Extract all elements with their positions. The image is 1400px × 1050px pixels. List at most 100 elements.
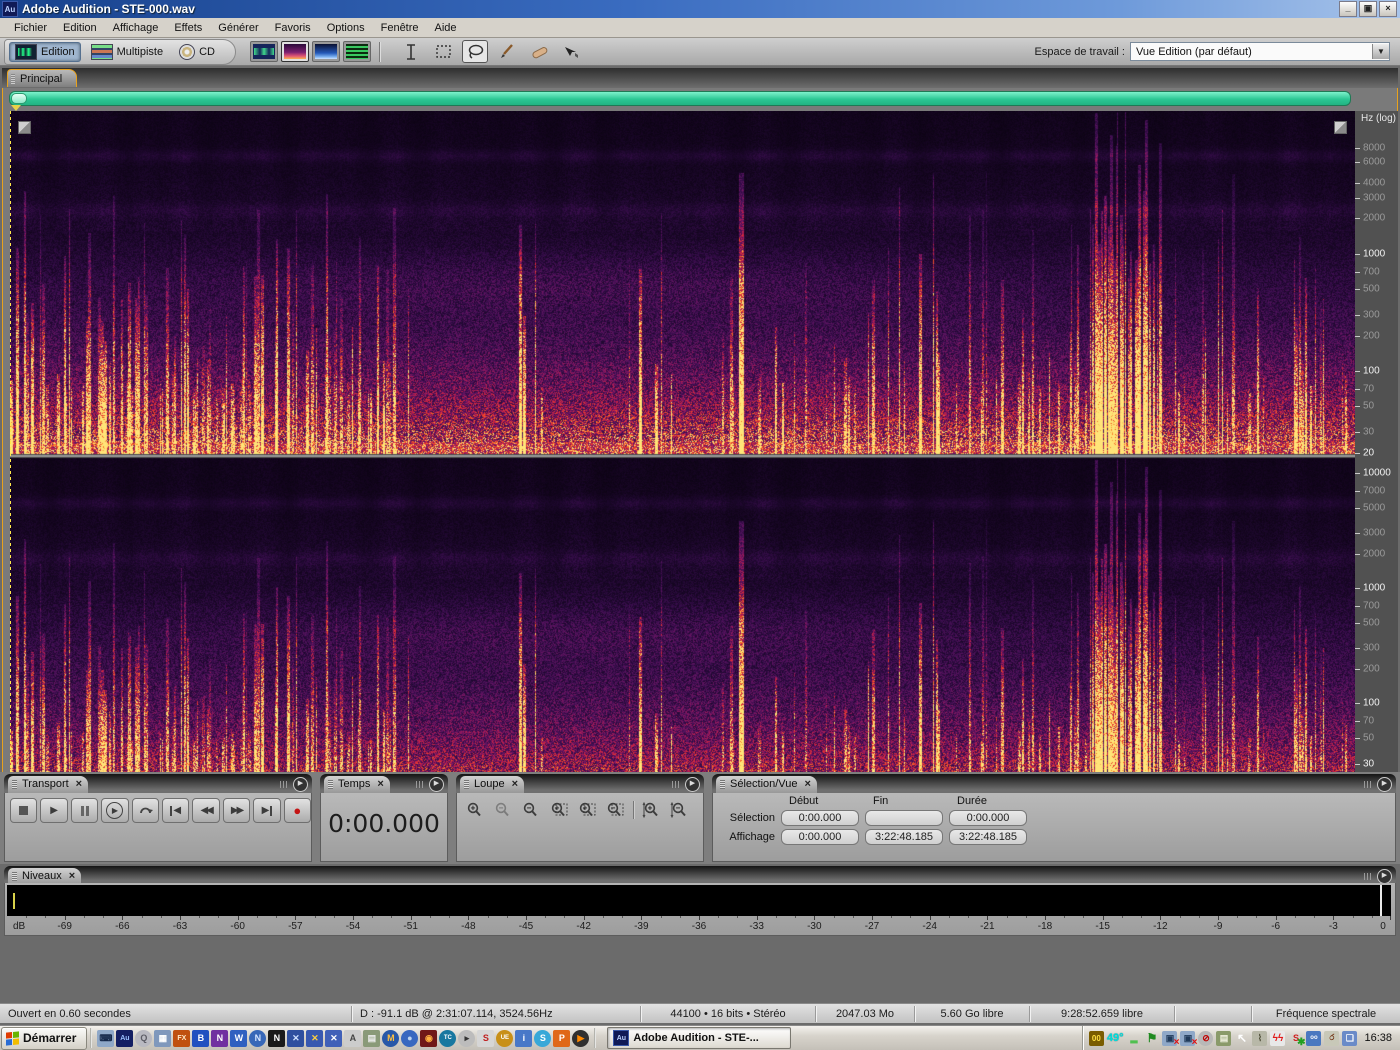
qlicon-quicktime-icon[interactable]: Q bbox=[135, 1029, 153, 1047]
trayicon-folder-sync-icon[interactable]: ❏ bbox=[1342, 1030, 1358, 1046]
menu-aide[interactable]: Aide bbox=[427, 20, 465, 36]
qlicon-tc-app-icon[interactable]: TC bbox=[439, 1029, 457, 1047]
field-selection-fin[interactable] bbox=[865, 810, 943, 826]
zoom-selection-right-button[interactable]: − bbox=[603, 800, 627, 820]
qlicon-keyboard-icon[interactable]: ⌨ bbox=[97, 1029, 115, 1047]
qlicon-netscape-icon[interactable]: N bbox=[249, 1029, 267, 1047]
field-affichage-duree[interactable]: 3:22:48.185 bbox=[949, 829, 1027, 845]
field-affichage-fin[interactable]: 3:22:48.185 bbox=[865, 829, 943, 845]
zoom-out-full-button[interactable]: − bbox=[519, 800, 543, 820]
qlicon-x-doc-app-icon[interactable]: ✕ bbox=[325, 1029, 343, 1047]
qlicon-winamp-icon[interactable]: ◉ bbox=[420, 1029, 438, 1047]
fast-forward-button[interactable]: ▶▶ bbox=[222, 798, 251, 823]
qlicon-fx-app-icon[interactable]: FX bbox=[173, 1029, 191, 1047]
field-selection-debut[interactable]: 0:00.000 bbox=[781, 810, 859, 826]
qlicon-word-icon[interactable]: W bbox=[230, 1029, 248, 1047]
qlicon-sbp-app-icon[interactable]: S bbox=[477, 1029, 495, 1047]
close-button[interactable]: × bbox=[1379, 1, 1397, 17]
trayicon-updates-icon[interactable]: ▤ bbox=[1216, 1030, 1232, 1046]
qlicon-blue-b-app-icon[interactable]: B bbox=[192, 1029, 210, 1047]
close-icon[interactable]: × bbox=[512, 778, 518, 790]
time-panel-tab[interactable]: Temps × bbox=[324, 776, 390, 793]
start-button[interactable]: Démarrer bbox=[1, 1026, 88, 1050]
loop-play-button[interactable] bbox=[131, 798, 160, 823]
rewind-button[interactable]: ◀◀ bbox=[192, 798, 220, 823]
spectral-frequency-view-button[interactable] bbox=[281, 41, 309, 62]
trayicon-money-monitor-icon[interactable]: S ✱ bbox=[1288, 1031, 1306, 1048]
menu-favoris[interactable]: Favoris bbox=[267, 20, 319, 36]
zoom-in-vertical-button[interactable]: + bbox=[640, 800, 664, 820]
time-selection-tool-button[interactable] bbox=[398, 40, 424, 63]
spectral-pan-view-button[interactable] bbox=[312, 41, 340, 62]
spot-healing-brush-tool-button[interactable] bbox=[526, 40, 552, 63]
qlicon-font-a-app-icon[interactable]: A bbox=[344, 1029, 362, 1047]
transport-panel-tab[interactable]: Transport × bbox=[8, 776, 89, 793]
spectral-corner-handle-right[interactable] bbox=[1334, 121, 1347, 134]
qlicon-tools-app-icon[interactable]: ▤ bbox=[363, 1029, 381, 1047]
effects-paintbrush-tool-button[interactable] bbox=[494, 40, 520, 63]
go-to-start-button[interactable]: ◀ bbox=[162, 798, 190, 823]
menu-edition[interactable]: Edition bbox=[55, 20, 105, 36]
spectral-display[interactable] bbox=[10, 111, 1355, 804]
scrub-tool-button[interactable] bbox=[558, 40, 584, 63]
trayicon-console-monitor-icon[interactable]: oo bbox=[1306, 1030, 1322, 1046]
mode-button-multipiste[interactable]: Multipiste bbox=[85, 42, 169, 62]
qlicon-media-player-icon[interactable]: ▶ bbox=[572, 1029, 590, 1047]
qlicon-x-wand-app-icon[interactable]: ✕ bbox=[287, 1029, 305, 1047]
qlicon-pointer-app-icon[interactable]: ▸ bbox=[458, 1029, 476, 1047]
qlicon-x-yellow-app-icon[interactable]: ✕ bbox=[306, 1029, 324, 1047]
panel-menu-icon[interactable]: ▶ bbox=[280, 777, 308, 792]
trayicon-cd-blocked-icon[interactable]: ⊘ bbox=[1198, 1030, 1214, 1046]
task-button-audition[interactable]: Au Adobe Audition - STE-... bbox=[607, 1027, 792, 1049]
close-icon[interactable]: × bbox=[377, 778, 383, 790]
level-meter[interactable] bbox=[7, 885, 1391, 916]
menu-affichage[interactable]: Affichage bbox=[105, 20, 167, 36]
record-button[interactable]: ● bbox=[283, 798, 312, 823]
trayicon-network-flag-icon[interactable]: ⚑ bbox=[1144, 1031, 1159, 1046]
workspace-dropdown[interactable]: Vue Edition (par défaut) ▼ bbox=[1130, 42, 1390, 61]
qlicon-black-n-app-icon[interactable]: N bbox=[268, 1029, 286, 1047]
mode-button-edition[interactable]: Edition bbox=[9, 41, 81, 62]
field-selection-duree[interactable]: 0:00.000 bbox=[949, 810, 1027, 826]
close-icon[interactable]: × bbox=[69, 870, 75, 882]
selection-view-panel-tab[interactable]: Sélection/Vue × bbox=[716, 776, 817, 793]
tab-principal[interactable]: Principal bbox=[7, 69, 78, 87]
trayicon-power-strip-icon[interactable]: ϟϟ bbox=[1270, 1030, 1286, 1046]
qlicon-skype-icon[interactable]: S bbox=[534, 1029, 552, 1047]
menu-generer[interactable]: Générer bbox=[210, 20, 266, 36]
tray-power-meter-icon[interactable]: 00 bbox=[1088, 1030, 1104, 1046]
qlicon-onenote-icon[interactable]: N bbox=[211, 1029, 229, 1047]
mode-button-cd[interactable]: CD bbox=[173, 42, 221, 62]
trayicon-device-error-icon[interactable]: ▣ × bbox=[1180, 1030, 1197, 1048]
qlicon-audition-icon[interactable]: Au bbox=[116, 1029, 134, 1047]
close-icon[interactable]: × bbox=[804, 778, 810, 790]
spectral-corner-handle-left[interactable] bbox=[18, 121, 31, 134]
dropdown-arrow-icon[interactable]: ▼ bbox=[1372, 44, 1389, 59]
trayicon-volume-muted-icon[interactable]: ▣ × bbox=[1162, 1030, 1179, 1048]
frequency-axis[interactable]: Hz (log)Hz (log)800060004000300020001000… bbox=[1355, 111, 1398, 804]
qlicon-mozilla-icon[interactable]: M bbox=[382, 1029, 400, 1047]
zoom-selection-left-button[interactable]: + bbox=[575, 800, 599, 820]
trayicon-mouse-settings-icon[interactable]: ර bbox=[1324, 1030, 1340, 1046]
horizontal-zoom-scrollbar[interactable] bbox=[9, 91, 1351, 106]
trayicon-cursor-tool-icon[interactable]: ↖ bbox=[1234, 1031, 1249, 1046]
pause-button[interactable] bbox=[70, 798, 99, 823]
lasso-selection-tool-button[interactable] bbox=[462, 40, 488, 63]
spectrogram-canvas[interactable] bbox=[10, 111, 1355, 804]
spectral-phase-view-button[interactable] bbox=[343, 41, 371, 62]
panel-menu-icon[interactable]: ▶ bbox=[1364, 777, 1392, 792]
zoom-panel-tab[interactable]: Loupe × bbox=[460, 776, 525, 793]
close-icon[interactable]: × bbox=[76, 778, 82, 790]
zoom-to-selection-button[interactable]: + bbox=[547, 800, 571, 820]
menu-effets[interactable]: Effets bbox=[166, 20, 210, 36]
restore-button[interactable]: ▣ bbox=[1359, 1, 1377, 17]
panel-menu-icon[interactable]: ▶ bbox=[416, 777, 444, 792]
title-bar[interactable]: Au Adobe Audition - STE-000.wav _ ▣ × bbox=[0, 0, 1400, 18]
play-spool-button[interactable]: ▶ bbox=[101, 798, 129, 823]
menu-fichier[interactable]: Fichier bbox=[6, 20, 55, 36]
marquee-selection-tool-button[interactable] bbox=[430, 40, 456, 63]
play-button[interactable]: ▶ bbox=[40, 798, 68, 823]
qlicon-blue-orb-app-icon[interactable]: ● bbox=[401, 1029, 419, 1047]
panel-menu-icon[interactable]: ▶ bbox=[672, 777, 700, 792]
menu-options[interactable]: Options bbox=[319, 20, 373, 36]
